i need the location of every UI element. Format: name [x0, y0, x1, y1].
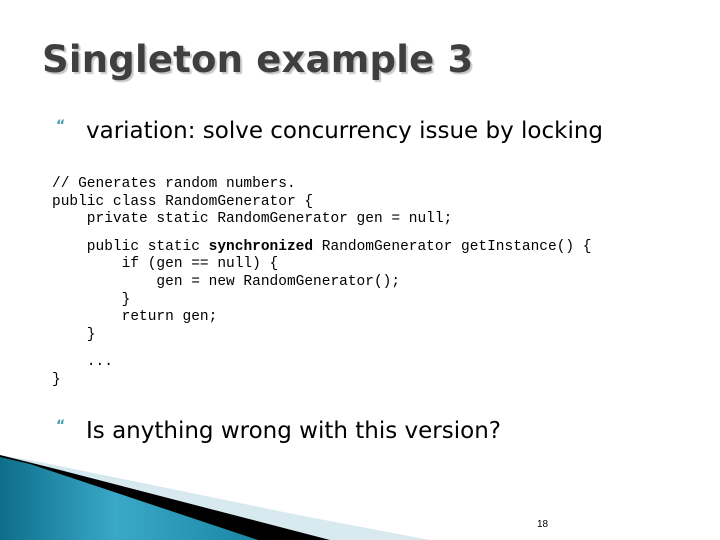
bullet-text: variation: solve concurrency issue by lo…: [86, 118, 604, 144]
code-line: public class RandomGenerator {: [52, 193, 314, 210]
code-line: }: [52, 326, 96, 343]
code-line: if (gen == null) {: [52, 256, 279, 273]
code-line: }: [52, 291, 131, 308]
page-title: Singleton example 3: [42, 38, 474, 81]
code-line: ...: [52, 354, 113, 371]
bullet-quote-icon: “: [56, 118, 66, 134]
code-line: // Generates random numbers.: [52, 176, 296, 192]
bullet-text: Is anything wrong with this version?: [86, 418, 501, 444]
slide: Singleton example 3 “ variation: solve c…: [0, 0, 720, 540]
page-number: 18: [537, 519, 549, 530]
code-text: public static: [52, 238, 209, 255]
code-keyword-synchronized: synchronized: [208, 238, 314, 255]
code-line: private static RandomGenerator gen = nul…: [52, 211, 453, 228]
bullet-item: “ variation: solve concurrency issue by …: [56, 118, 603, 144]
code-line: return gen;: [52, 309, 218, 326]
code-line: gen = new RandomGenerator();: [52, 273, 401, 290]
code-line: }: [52, 371, 61, 388]
code-text: RandomGenerator getInstance() {: [313, 238, 592, 255]
swoosh-teal-band: [0, 457, 258, 540]
bullet-quote-icon: “: [56, 418, 66, 434]
bullet-item: “ Is anything wrong with this version?: [56, 418, 501, 444]
code-line: public static synchronized RandomGenerat…: [52, 239, 592, 257]
code-block: // Generates random numbers. public class…: [52, 176, 592, 390]
